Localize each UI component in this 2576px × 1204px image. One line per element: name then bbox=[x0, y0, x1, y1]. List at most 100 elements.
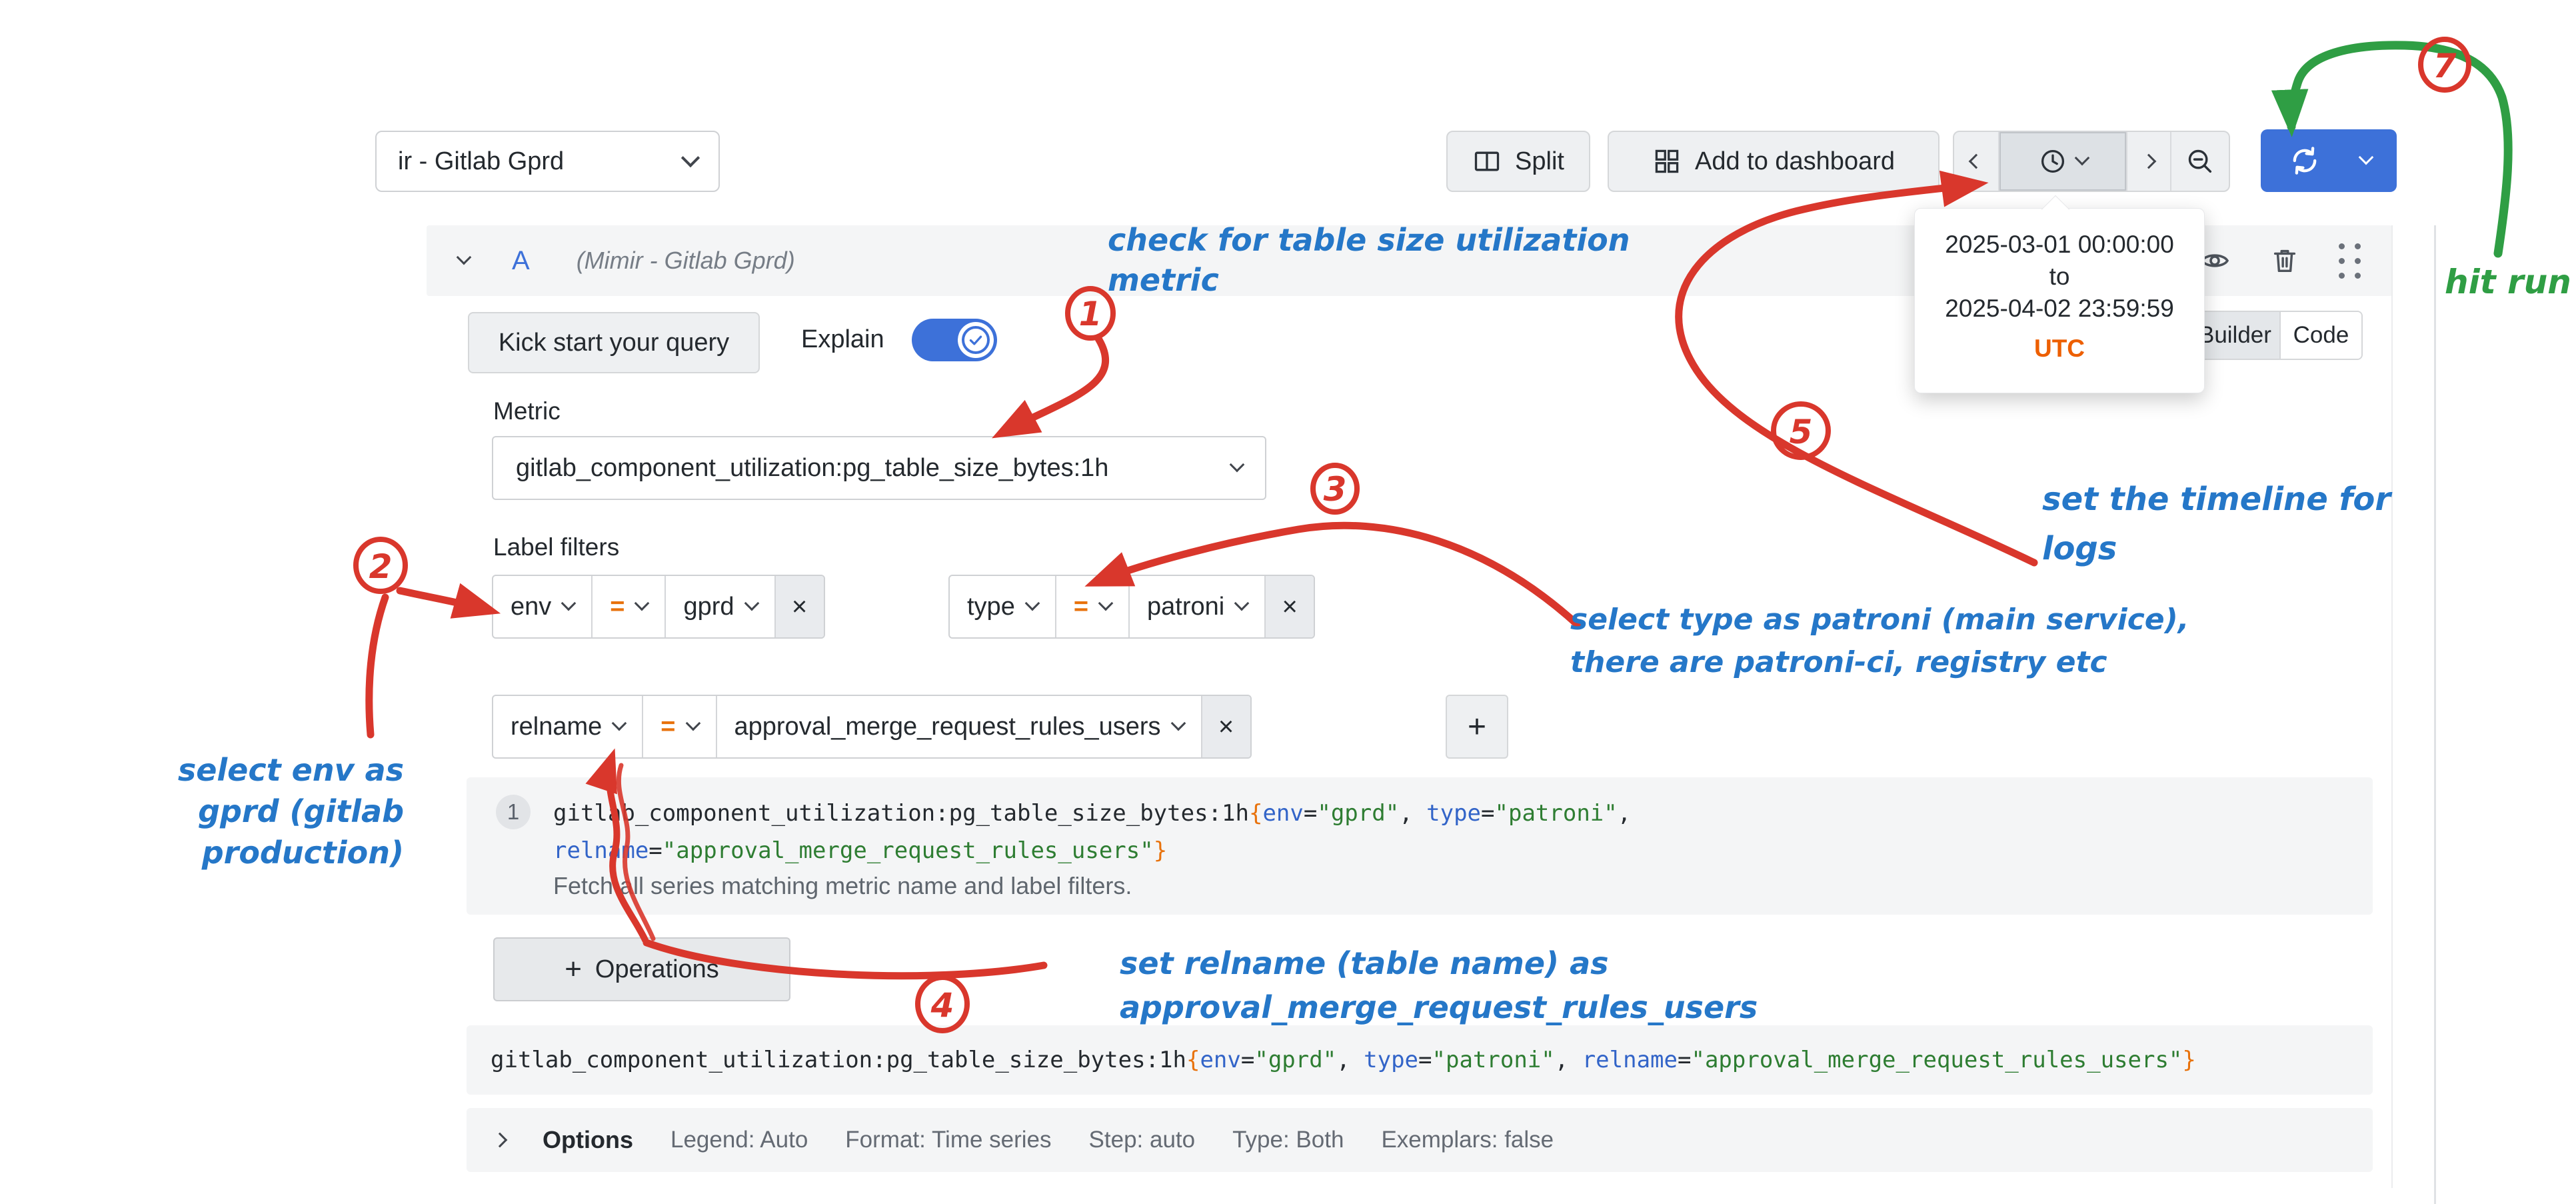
kick-start-query-button[interactable]: Kick start your query bbox=[468, 312, 760, 373]
add-to-dashboard-button[interactable]: Add to dashboard bbox=[1608, 131, 1939, 192]
step-7-number: 7 bbox=[2433, 47, 2457, 85]
promql-label: relname bbox=[553, 837, 648, 864]
chevron-down-icon bbox=[2075, 151, 2090, 166]
filter-op-select[interactable]: = bbox=[591, 576, 664, 637]
metric-field-label: Metric bbox=[493, 397, 561, 425]
note-line: select type as patroni (main service), bbox=[1570, 599, 2189, 641]
drag-handle-icon[interactable] bbox=[2339, 243, 2361, 279]
filter-op-value: = bbox=[610, 593, 625, 621]
filter-label-select[interactable]: relname bbox=[493, 696, 642, 757]
chevron-right-icon bbox=[2141, 154, 2157, 169]
filter-label-select[interactable]: env bbox=[493, 576, 591, 637]
step-1-circle bbox=[1068, 289, 1113, 338]
arrow-1-to-metric bbox=[1001, 339, 1106, 433]
add-filter-button[interactable]: + bbox=[1446, 695, 1508, 759]
promql-sep: , bbox=[1399, 800, 1426, 827]
time-back-button[interactable] bbox=[1954, 132, 1998, 191]
label-filter-type: type = patroni × bbox=[948, 575, 1315, 639]
note-line: gprd (gitlab production) bbox=[5, 791, 404, 873]
step-2-number: 2 bbox=[369, 547, 393, 586]
note-7-hit-run: hit run bbox=[2445, 263, 2571, 301]
split-button[interactable]: Split bbox=[1446, 131, 1590, 192]
datasource-picker[interactable]: ir - Gitlab Gprd bbox=[375, 131, 720, 192]
promql-brace: { bbox=[1249, 800, 1262, 827]
query-explain-block: 1 gitlab_component_utilization:pg_table_… bbox=[467, 777, 2373, 915]
query-header-actions bbox=[2199, 243, 2361, 279]
promql-sep: , bbox=[1336, 1047, 1364, 1073]
note-4-set-relname: set relname (table name) as approval_mer… bbox=[1120, 941, 1758, 1029]
note-5-set-timeline: set the timeline for logs bbox=[2042, 475, 2391, 573]
metric-select-value: gitlab_component_utilization:pg_table_si… bbox=[516, 454, 1108, 483]
filter-value-select[interactable]: gprd bbox=[664, 576, 774, 637]
step-5-number: 5 bbox=[1790, 413, 1813, 451]
add-operations-button[interactable]: + Operations bbox=[493, 937, 790, 1001]
datasource-picker-value: ir - Gitlab Gprd bbox=[398, 147, 564, 176]
filter-value-select[interactable]: approval_merge_request_rules_users bbox=[716, 696, 1201, 757]
filter-op-select[interactable]: = bbox=[1055, 576, 1128, 637]
promql-metric: gitlab_component_utilization:pg_table_si… bbox=[491, 1047, 1186, 1073]
promql-brace: } bbox=[2182, 1047, 2195, 1073]
promql-value: "patroni" bbox=[1495, 800, 1618, 827]
promql-eq: = bbox=[1678, 1047, 1691, 1073]
time-range-picker-button[interactable] bbox=[1998, 132, 2126, 191]
add-to-dashboard-label: Add to dashboard bbox=[1695, 147, 1895, 176]
query-options-bar[interactable]: Options Legend: Auto Format: Time series… bbox=[467, 1108, 2373, 1172]
run-query-button[interactable] bbox=[2261, 129, 2397, 192]
grafana-explore-screenshot: { "toolbar": { "datasource": "ir - Gitla… bbox=[0, 0, 2576, 1204]
promql-eq: = bbox=[648, 837, 662, 864]
step-5-circle bbox=[1774, 404, 1828, 457]
collapse-chevron-icon[interactable] bbox=[457, 250, 472, 265]
filter-value: gprd bbox=[683, 593, 734, 621]
run-options-chevron-icon[interactable] bbox=[2359, 150, 2374, 165]
remove-filter-button[interactable]: × bbox=[1201, 696, 1250, 757]
promql-comma: , bbox=[1618, 800, 1631, 827]
remove-filter-button[interactable]: × bbox=[774, 576, 824, 637]
query-ref-id: A bbox=[512, 246, 530, 276]
option-format: Format: Time series bbox=[845, 1127, 1051, 1153]
chevron-down-icon bbox=[1098, 596, 1114, 611]
page-scroll-divider[interactable] bbox=[2434, 225, 2436, 1204]
explain-query-code: gitlab_component_utilization:pg_table_si… bbox=[553, 795, 1631, 869]
promql-value: "gprd" bbox=[1317, 800, 1399, 827]
filter-label-value: env bbox=[511, 593, 551, 621]
kick-start-label: Kick start your query bbox=[499, 329, 729, 357]
filter-op-select[interactable]: = bbox=[642, 696, 715, 757]
note-line: there are patroni-ci, registry etc bbox=[1570, 641, 2189, 684]
note-line: set relname (table name) as bbox=[1120, 941, 1758, 985]
filter-value: approval_merge_request_rules_users bbox=[734, 713, 1161, 741]
promql-value: "approval_merge_request_rules_users" bbox=[1691, 1047, 2182, 1073]
remove-filter-button[interactable]: × bbox=[1264, 576, 1314, 637]
filter-op-value: = bbox=[660, 713, 675, 741]
chevron-down-icon bbox=[1025, 596, 1040, 611]
promql-eq: = bbox=[1418, 1047, 1432, 1073]
filter-value-select[interactable]: patroni bbox=[1128, 576, 1264, 637]
arrow-2-tail bbox=[369, 597, 385, 735]
time-range-controls bbox=[1953, 131, 2230, 192]
explain-toggle[interactable] bbox=[912, 319, 997, 361]
expand-chevron-icon[interactable] bbox=[493, 1133, 508, 1148]
zoom-out-time-button[interactable] bbox=[2170, 132, 2229, 191]
label-filter-env: env = gprd × bbox=[492, 575, 825, 639]
step-7-circle bbox=[2421, 39, 2469, 90]
tooltip-caret bbox=[2041, 195, 2069, 223]
split-button-label: Split bbox=[1515, 147, 1564, 176]
promql-label: env bbox=[1262, 800, 1303, 827]
operations-label: Operations bbox=[595, 955, 719, 984]
delete-query-trash-icon[interactable] bbox=[2269, 245, 2300, 276]
chevron-down-icon bbox=[1230, 457, 1245, 473]
promql-eq: = bbox=[1241, 1047, 1254, 1073]
promql-label: type bbox=[1364, 1047, 1418, 1073]
filter-value: patroni bbox=[1147, 593, 1224, 621]
filter-label-select[interactable]: type bbox=[950, 576, 1055, 637]
time-forward-button[interactable] bbox=[2126, 132, 2170, 191]
metric-select[interactable]: gitlab_component_utilization:pg_table_si… bbox=[492, 436, 1266, 500]
dashboard-grid-icon bbox=[1652, 147, 1682, 176]
note-line: approval_merge_request_rules_users bbox=[1120, 985, 1758, 1029]
tooltip-timezone: UTC bbox=[1915, 333, 2204, 365]
arrow-2-to-env-filter bbox=[400, 591, 491, 611]
chevron-down-icon bbox=[744, 596, 759, 611]
code-mode-tab[interactable]: Code bbox=[2279, 312, 2361, 359]
chevron-down-icon bbox=[612, 716, 627, 731]
editor-mode-switch: Builder Code bbox=[2189, 311, 2363, 360]
step-1-number: 1 bbox=[1079, 295, 1102, 333]
